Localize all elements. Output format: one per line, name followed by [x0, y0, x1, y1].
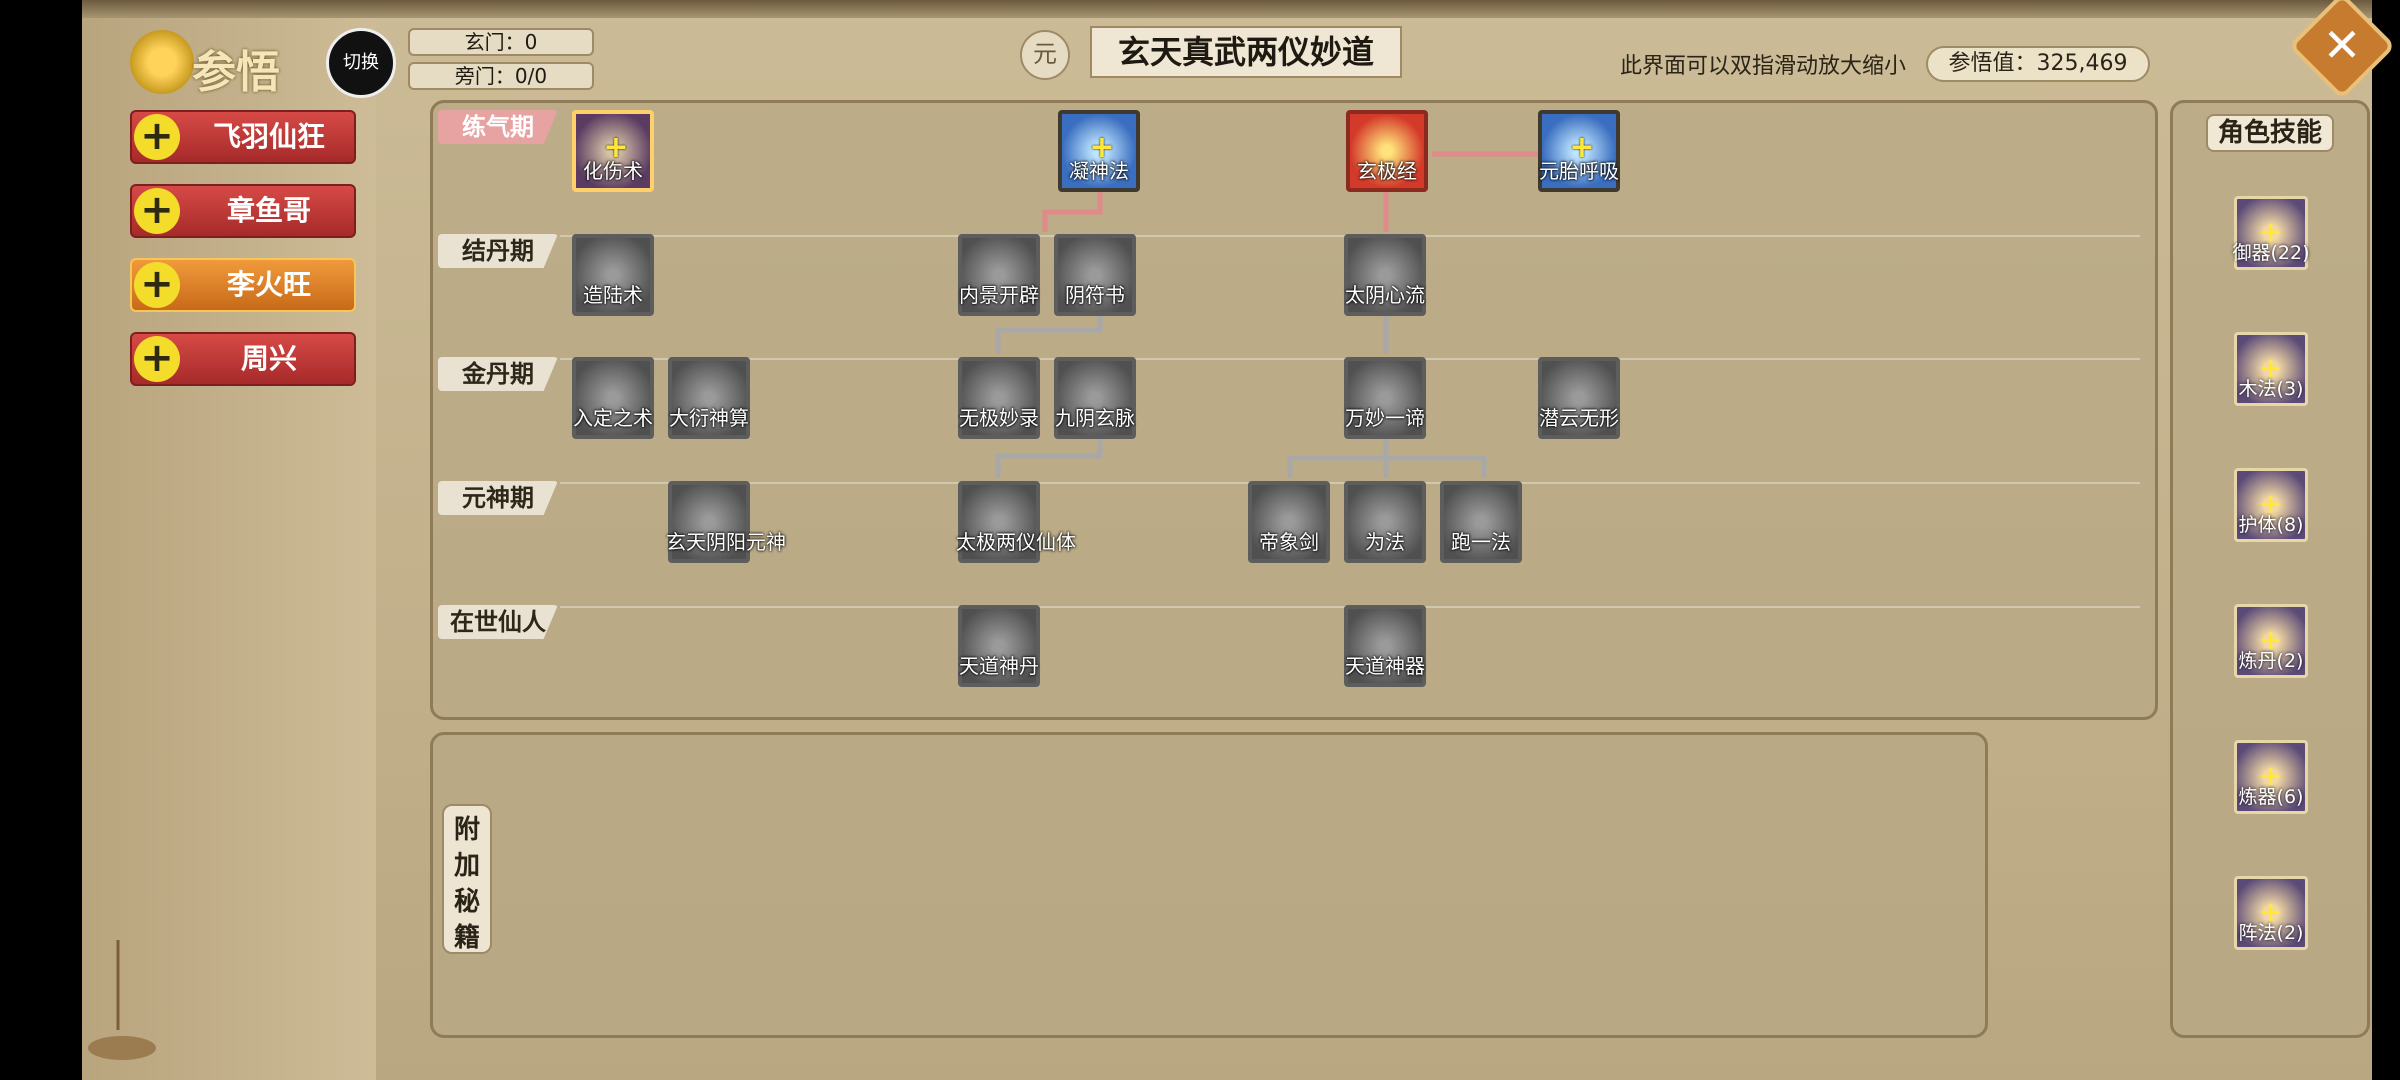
skill-node-label: 玄极经 [1357, 159, 1417, 183]
skill-node[interactable]: 万妙一谛 [1344, 357, 1426, 439]
skill-node[interactable]: 天道神丹 [958, 605, 1040, 687]
character-button[interactable]: + 李火旺 [130, 258, 356, 312]
skill-node[interactable]: 玄天阴阳元神 [666, 481, 786, 563]
role-skill-item[interactable]: + 炼器(6) [2234, 740, 2308, 814]
character-button[interactable]: + 章鱼哥 [130, 184, 356, 238]
role-skill-label: 木法(3) [2238, 378, 2304, 400]
skill-node[interactable]: 玄极经 [1346, 110, 1428, 192]
skill-node-label: 内景开辟 [959, 283, 1039, 307]
role-skill-label: 炼丹(2) [2238, 650, 2304, 672]
skill-node[interactable]: + 凝神法 [1058, 110, 1140, 192]
close-icon: ✕ [2322, 18, 2362, 72]
skill-node[interactable]: 天道神器 [1344, 605, 1426, 687]
skill-node-label: 为法 [1365, 530, 1405, 554]
skill-node[interactable]: 跑一法 [1440, 481, 1522, 563]
skill-node-label: 造陆术 [583, 283, 643, 307]
character-button[interactable]: + 周兴 [130, 332, 356, 386]
skill-node[interactable]: 潜云无形 [1538, 357, 1620, 439]
realm-label: 金丹期 [438, 357, 558, 391]
realm-label: 在世仙人 [438, 605, 558, 639]
skill-node[interactable]: + 元胎呼吸 [1538, 110, 1620, 192]
skill-node-label: 无极妙录 [959, 406, 1039, 430]
role-skill-item[interactable]: + 御器(22) [2232, 196, 2310, 270]
skill-node[interactable]: 无极妙录 [958, 357, 1040, 439]
top-border [82, 0, 2372, 18]
enlighten-logo-icon [130, 30, 194, 94]
skill-node-label: 玄天阴阳元神 [666, 530, 786, 554]
skill-node-label: 潜云无形 [1539, 406, 1619, 430]
role-skill-item[interactable]: + 木法(3) [2234, 332, 2308, 406]
skill-node-label: 九阴玄脉 [1055, 406, 1135, 430]
skill-node-label: 元胎呼吸 [1539, 159, 1619, 183]
skill-node-label: 阴符书 [1065, 283, 1125, 307]
skill-node-label: 万妙一谛 [1345, 406, 1425, 430]
role-skill-item[interactable]: + 护体(8) [2234, 468, 2308, 542]
extra-secret-tab[interactable]: 附 加 秘 籍 [442, 804, 492, 954]
skill-node[interactable]: 大衍神算 [668, 357, 750, 439]
skill-node-label: 太阴心流 [1345, 283, 1425, 307]
skill-node-label: 帝象剑 [1259, 530, 1319, 554]
role-skill-label: 护体(8) [2238, 514, 2304, 536]
skill-node[interactable]: 造陆术 [572, 234, 654, 316]
xuanmen-counter: 玄门：0 [408, 28, 594, 56]
skill-node[interactable]: + 化伤术 [572, 110, 654, 192]
role-skill-item[interactable]: + 阵法(2) [2234, 876, 2308, 950]
extra-secret-panel [430, 732, 1988, 1038]
tree-name: 玄天真武两仪妙道 [1090, 26, 1402, 78]
element-badge-icon: 元 [1020, 30, 1070, 80]
switch-button[interactable]: 切换 [326, 28, 396, 98]
role-skill-title: 角色技能 [2206, 114, 2334, 152]
skill-node[interactable]: 太极两仪仙体 [956, 481, 1076, 563]
pangmen-counter: 旁门：0/0 [408, 62, 594, 90]
plus-icon: + [134, 188, 180, 234]
plus-icon: + [134, 262, 180, 308]
enlighten-value: 参悟值：325,469 [1926, 46, 2150, 82]
skill-node-label: 天道神器 [1345, 654, 1425, 678]
skill-node[interactable]: 内景开辟 [958, 234, 1040, 316]
realm-label: 元神期 [438, 481, 558, 515]
character-name: 章鱼哥 [226, 194, 311, 227]
skill-node-label: 凝神法 [1069, 159, 1129, 183]
page-title: 参悟 [192, 47, 280, 98]
realm-label: 结丹期 [438, 234, 558, 268]
incense-burner-icon [88, 940, 156, 1060]
skill-node-label: 入定之术 [573, 406, 653, 430]
skill-tree-title: 元 玄天真武两仪妙道 [1020, 26, 1420, 82]
character-name: 飞羽仙狂 [212, 120, 325, 153]
skill-node[interactable]: 为法 [1344, 481, 1426, 563]
skill-node-label: 跑一法 [1451, 530, 1511, 554]
plus-icon: + [134, 114, 180, 160]
character-name: 李火旺 [226, 268, 311, 301]
role-skill-item[interactable]: + 炼丹(2) [2234, 604, 2308, 678]
role-skill-label: 御器(22) [2232, 242, 2310, 264]
skill-node[interactable]: 阴符书 [1054, 234, 1136, 316]
skill-node[interactable]: 帝象剑 [1248, 481, 1330, 563]
skill-node[interactable]: 九阴玄脉 [1054, 357, 1136, 439]
skill-node[interactable]: 太阴心流 [1344, 234, 1426, 316]
realm-label: 练气期 [438, 110, 558, 144]
skill-node-label: 天道神丹 [959, 654, 1039, 678]
zoom-hint: 此界面可以双指滑动放大缩小 [1620, 54, 1907, 79]
character-name: 周兴 [240, 342, 297, 375]
skill-node-label: 大衍神算 [669, 406, 749, 430]
skill-node-label: 化伤术 [583, 159, 643, 183]
role-skill-label: 炼器(6) [2238, 786, 2304, 808]
role-skill-label: 阵法(2) [2238, 922, 2304, 944]
skill-node[interactable]: 入定之术 [572, 357, 654, 439]
plus-icon: + [134, 336, 180, 382]
skill-node-label: 太极两仪仙体 [956, 530, 1076, 554]
character-button[interactable]: + 飞羽仙狂 [130, 110, 356, 164]
